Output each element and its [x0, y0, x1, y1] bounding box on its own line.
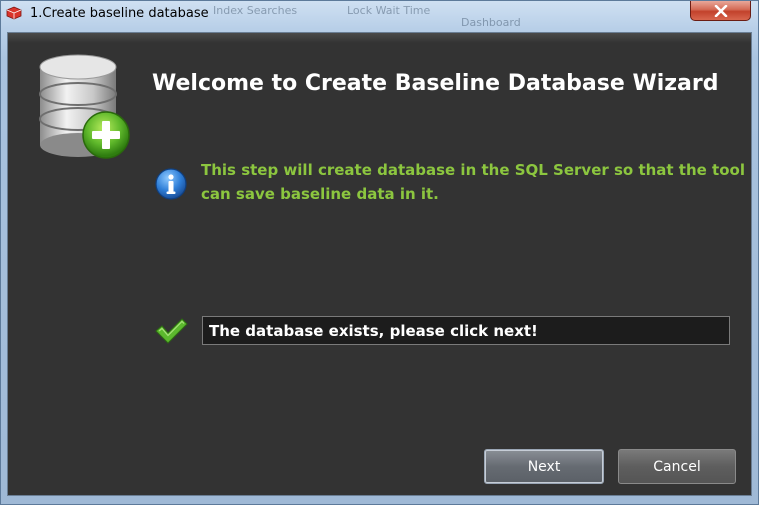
- wizard-panel: Welcome to Create Baseline Database Wiza…: [7, 32, 752, 496]
- checkmark-icon: [155, 318, 188, 344]
- next-button[interactable]: Next: [484, 449, 604, 484]
- app-icon: [6, 6, 22, 20]
- status-field: The database exists, please click next!: [202, 316, 730, 345]
- window-title: 1.Create baseline database: [30, 6, 209, 21]
- window-frame: Index Searches Lock Wait Time Dashboard …: [0, 0, 759, 505]
- info-message: This step will create database in the SQ…: [201, 161, 745, 203]
- panel-top-shade: [8, 33, 751, 43]
- close-button[interactable]: [690, 1, 751, 21]
- info-icon: [155, 168, 187, 200]
- cancel-button[interactable]: Cancel: [618, 449, 736, 484]
- close-icon: [714, 4, 727, 17]
- wizard-heading: Welcome to Create Baseline Database Wiza…: [152, 71, 719, 96]
- status-message: The database exists, please click next!: [209, 321, 538, 340]
- database-add-icon: [39, 54, 130, 159]
- title-bar[interactable]: 1.Create baseline database: [1, 1, 759, 29]
